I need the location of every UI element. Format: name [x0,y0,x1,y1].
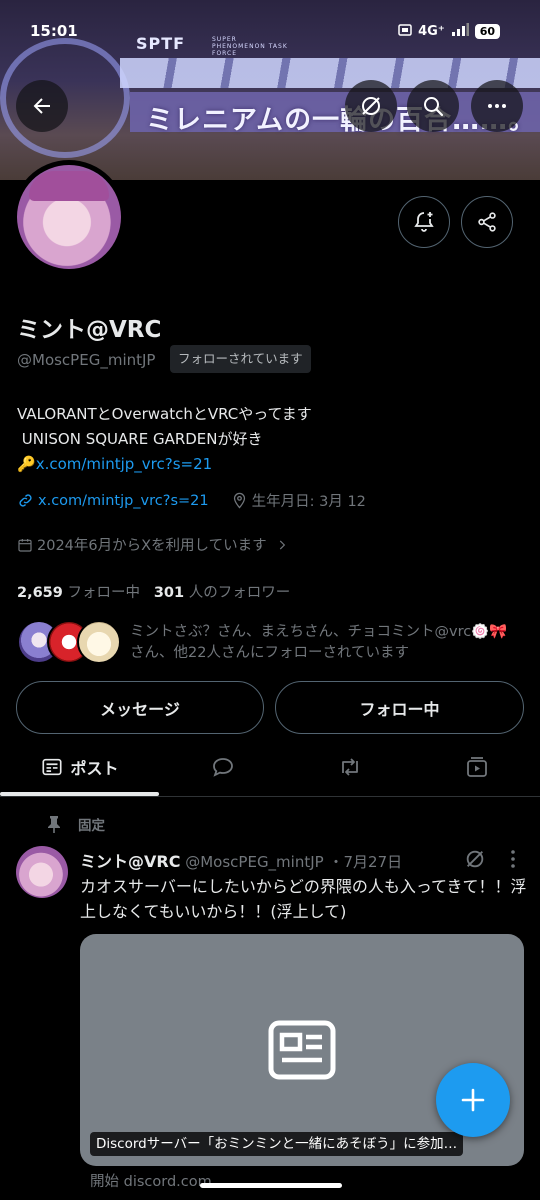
tab-media[interactable] [413,737,540,797]
chevron-right-icon [279,540,285,549]
link-card-title: Discordサーバー「おミンミンと一緒にあそぼう」に参加… [90,1132,464,1156]
grok-icon [466,850,484,868]
pinned-label-row: 固定 [46,814,105,834]
profile-tabs: ポスト [0,737,540,797]
posts-icon [42,758,63,776]
network-type: 4G⁺ [418,24,445,39]
bio-line-2: UNISON SQUARE GARDENが好き [17,430,263,448]
follows-you-badge: フォローされています [170,345,311,373]
grok-button[interactable] [345,80,397,132]
battery-indicator: 60 [474,24,500,39]
bell-plus-icon [414,212,434,232]
tab-replies[interactable] [159,737,286,797]
post-header: ミント@VRC @MoscPEG_mintJP ・7月27日 [80,848,402,872]
share-icon [478,212,496,232]
replies-icon [212,758,233,777]
avatar [77,620,121,664]
status-bar: 15:01 4G⁺ 60 [0,20,540,46]
bio-link[interactable]: x.com/mintjp_vrc?s=21 [36,455,212,473]
link-card-domain: 開始 discord.com [90,1174,212,1190]
pin-icon [48,816,60,833]
calendar-icon [18,538,32,552]
followers-count: 301 [153,585,185,601]
followers-stat[interactable]: 301 人のフォロワー [154,585,290,601]
joined-row[interactable]: 2024年6月からXを利用しています [17,534,289,555]
arrow-left-icon [33,98,50,114]
post-handle[interactable]: @MoscPEG_mintJP [185,853,323,871]
article-icon [268,1020,336,1080]
back-button[interactable] [16,80,68,132]
more-button[interactable] [471,80,523,132]
profile-handle: @MoscPEG_mintJP [17,351,156,369]
share-button[interactable] [461,196,513,248]
profile-name: ミント@VRC [17,317,162,343]
following-count: 2,659 [17,585,63,601]
bio-line-1: VALORANTとOverwatchとVRCやってます [17,405,312,423]
post-author[interactable]: ミント@VRC [80,852,180,871]
tab-posts[interactable]: ポスト [0,737,159,797]
followed-by-text[interactable]: ミントさぶ？さん、まえちさん、チョコミント@vrc🍥🎀さん、他22人さんにフォロ… [130,622,520,664]
grok-icon [362,97,380,115]
post-more-button[interactable] [505,848,521,874]
banner-stripe [120,58,540,88]
website-link[interactable]: x.com/mintjp_vrc?s=21 [38,493,209,509]
profile-avatar[interactable] [12,160,126,274]
tab-reposts[interactable] [286,737,413,797]
repost-icon [341,758,358,776]
post-text: カオスサーバーにしたいからどの界隈の人も入ってきて！！浮上しなくてもいいから！！… [80,877,527,921]
following-button[interactable]: フォロー中 [275,681,524,734]
followers-label: 人のフォロワー [188,585,291,601]
location-pin-icon [233,492,245,509]
following-label: フォロー中 [67,585,140,601]
message-button[interactable]: メッセージ [16,681,264,734]
mutual-followers-avatars[interactable] [17,620,121,664]
notifications-button[interactable] [398,196,450,248]
post-avatar[interactable] [16,846,68,898]
follow-stats: 2,659 フォロー中 301 人のフォロワー [17,581,290,602]
search-button[interactable] [407,80,459,132]
home-indicator[interactable] [200,1183,342,1188]
signal-icon [451,23,469,40]
following-stat[interactable]: 2,659 フォロー中 [17,585,140,601]
active-tab-indicator [0,792,159,796]
birthday-text: 生年月日: 3月 12 [251,494,366,510]
pinned-label: 固定 [78,818,105,834]
more-vertical-icon [511,850,515,868]
plus-icon [461,1088,485,1112]
tab-posts-label: ポスト [70,759,119,778]
post-date[interactable]: ・7月27日 [328,853,402,871]
search-icon [424,97,444,117]
link-icon [19,494,32,507]
sim-icon [398,23,412,40]
joined-text: 2024年6月からXを利用しています [37,538,267,554]
profile-meta-row: x.com/mintjp_vrc?s=21 生年月日: 3月 12 [17,490,366,511]
media-icon [466,757,487,777]
more-horizontal-icon [488,104,506,108]
status-time: 15:01 [30,22,78,40]
compose-post-button[interactable] [436,1063,510,1137]
profile-bio: VALORANTとOverwatchとVRCやってます UNISON SQUAR… [17,402,312,477]
post-grok-button[interactable] [464,848,486,874]
key-emoji: 🔑 [17,455,36,473]
